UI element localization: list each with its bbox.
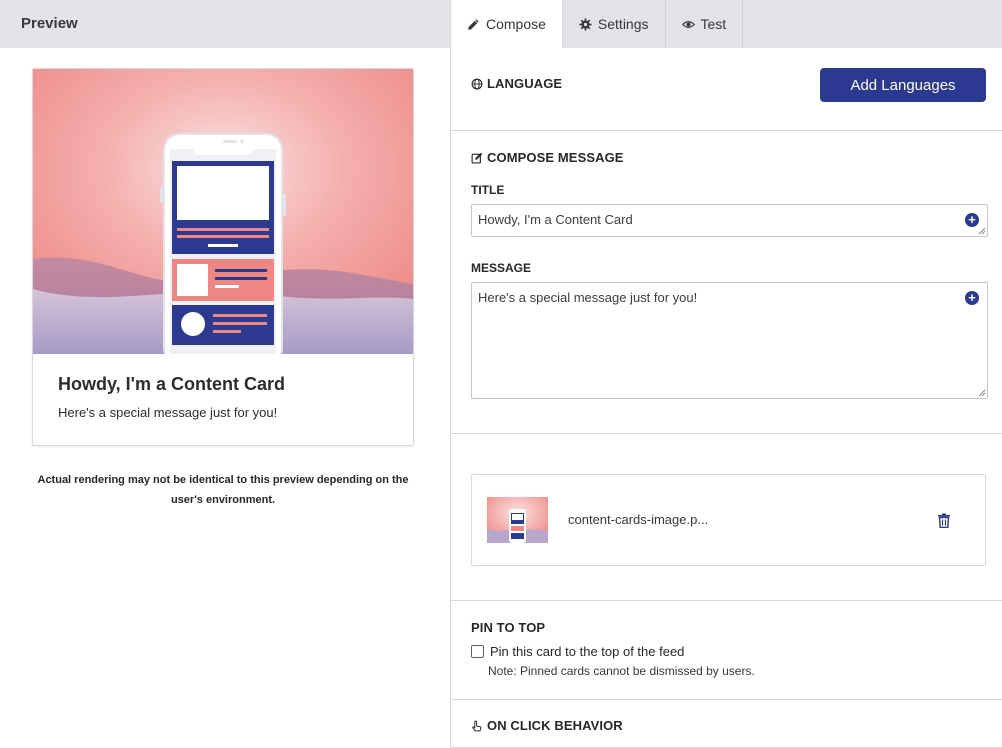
on-click-behavior-section: ON CLICK BEHAVIOR <box>451 700 1002 748</box>
tab-settings-label: Settings <box>597 16 649 32</box>
pin-checkbox-label[interactable]: Pin this card to the top of the feed <box>490 644 684 659</box>
content-card-preview: Howdy, I'm a Content Card Here's a speci… <box>32 68 414 446</box>
pin-checkbox-row[interactable]: Pin this card to the top of the feed <box>471 644 684 659</box>
card-image <box>33 69 413 354</box>
uploaded-image-box: content-cards-image.p... <box>471 474 986 566</box>
language-title: LANGUAGE <box>471 76 562 91</box>
resize-handle-icon[interactable] <box>977 388 986 397</box>
compose-message-title-text: COMPOSE MESSAGE <box>487 150 624 165</box>
gear-icon <box>579 17 592 31</box>
language-section: LANGUAGE Add Languages <box>451 48 1002 131</box>
compose-message-section: COMPOSE MESSAGE TITLE Howdy, I'm a Conte… <box>451 131 1002 434</box>
message-field-label: MESSAGE <box>471 261 532 275</box>
pin-checkbox[interactable] <box>471 645 484 658</box>
message-textarea[interactable]: Here's a special message just for you! + <box>471 282 988 399</box>
preview-header: Preview <box>0 0 450 48</box>
pencil-icon <box>468 18 479 30</box>
title-input-value: Howdy, I'm a Content Card <box>478 212 633 227</box>
tab-bar: Compose Settings Test <box>451 0 1002 48</box>
pin-note: Note: Pinned cards cannot be dismissed b… <box>488 664 755 678</box>
image-thumbnail <box>487 497 548 543</box>
tab-settings[interactable]: Settings <box>563 0 666 48</box>
pin-to-top-section: PIN TO TOP Pin this card to the top of t… <box>451 601 1002 700</box>
compose-pane: Compose Settings Test LANGUAGE Add Langu… <box>451 0 1002 748</box>
globe-icon <box>471 78 483 89</box>
add-personalization-icon[interactable]: + <box>965 291 979 305</box>
tab-test[interactable]: Test <box>666 0 744 48</box>
message-textarea-value: Here's a special message just for you! <box>478 290 698 305</box>
image-filename: content-cards-image.p... <box>568 512 709 527</box>
eye-icon <box>681 20 695 28</box>
add-languages-button[interactable]: Add Languages <box>820 68 986 102</box>
card-message: Here's a special message just for you! <box>58 405 278 420</box>
compose-message-title: COMPOSE MESSAGE <box>471 150 624 165</box>
card-title: Howdy, I'm a Content Card <box>58 374 285 394</box>
preview-pane: Preview Howdy, I'm a Content Card Here's… <box>0 0 450 748</box>
on-click-behavior-title-text: ON CLICK BEHAVIOR <box>487 718 623 733</box>
pin-to-top-title: PIN TO TOP <box>471 620 546 635</box>
card-body: Howdy, I'm a Content Card Here's a speci… <box>33 354 413 440</box>
title-field-label: TITLE <box>471 183 505 197</box>
add-personalization-icon[interactable]: + <box>965 213 979 227</box>
pointer-icon <box>472 720 482 731</box>
edit-icon <box>471 152 483 163</box>
language-title-text: LANGUAGE <box>487 76 563 91</box>
tab-compose[interactable]: Compose <box>451 0 563 48</box>
trash-icon[interactable] <box>937 513 951 528</box>
resize-handle-icon[interactable] <box>977 226 986 235</box>
image-section: content-cards-image.p... <box>451 434 1002 601</box>
preview-disclaimer: Actual rendering may not be identical to… <box>37 474 409 506</box>
tab-test-label: Test <box>700 16 727 32</box>
tab-compose-label: Compose <box>486 16 546 32</box>
on-click-behavior-title: ON CLICK BEHAVIOR <box>471 718 623 733</box>
title-input[interactable]: Howdy, I'm a Content Card + <box>471 204 988 237</box>
